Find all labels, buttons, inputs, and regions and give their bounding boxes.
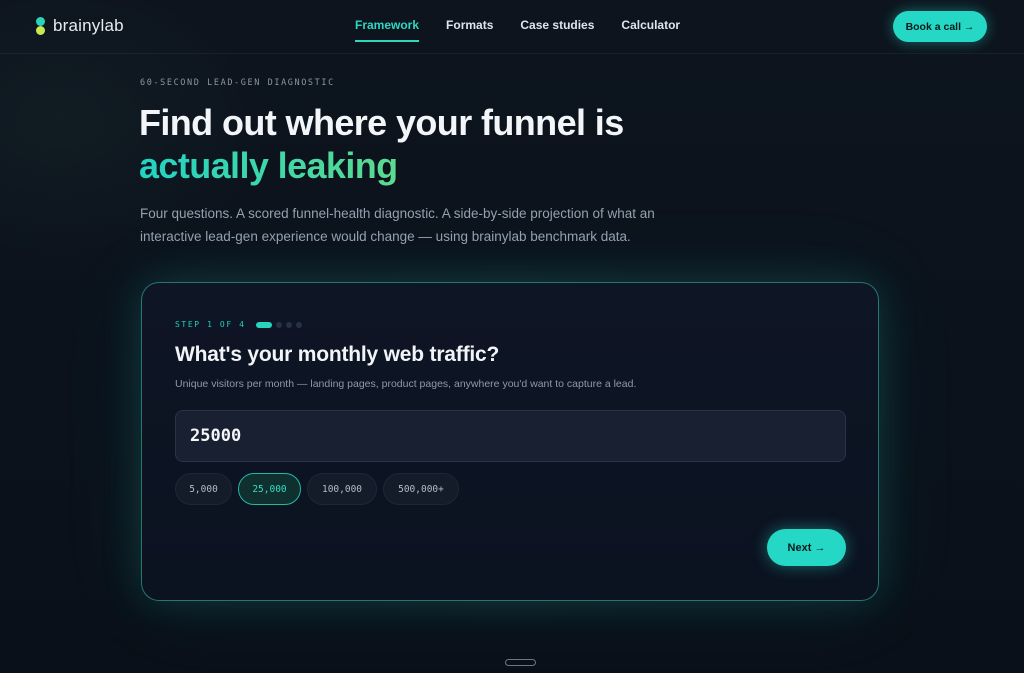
nav-framework[interactable]: Framework bbox=[355, 18, 420, 42]
hero-lede: Four questions. A scored funnel-health d… bbox=[140, 206, 655, 244]
hero-title-line1: Find out where your funnel is bbox=[139, 102, 624, 143]
step-indicator: STEP 1 OF 4 bbox=[175, 320, 306, 329]
preset-chip-500000-plus[interactable]: 500,000+ bbox=[383, 473, 459, 505]
preset-chip-100000[interactable]: 100,000 bbox=[307, 473, 377, 505]
nav-calculator[interactable]: Calculator bbox=[621, 18, 680, 42]
hero-eyebrow: 60-SECOND LEAD-GEN DIAGNOSTIC bbox=[140, 78, 335, 88]
preset-chip-5000[interactable]: 5,000 bbox=[175, 473, 232, 505]
preset-chips: 5,000 25,000 100,000 500,000+ bbox=[175, 473, 459, 505]
next-button[interactable]: Next → bbox=[767, 529, 846, 566]
hero-title: Find out where your funnel is actually l… bbox=[139, 101, 759, 187]
site-header: brainylab Framework Formats Case studies… bbox=[0, 0, 1024, 54]
step-dot-1 bbox=[255, 321, 272, 328]
preset-chip-25000[interactable]: 25,000 bbox=[238, 473, 301, 505]
brand-name: brainylab bbox=[53, 16, 124, 35]
question-title: What's your monthly web traffic? bbox=[175, 343, 500, 366]
brand-logo[interactable]: brainylab bbox=[36, 16, 124, 36]
brand-dots-icon bbox=[36, 17, 46, 35]
diagnostic-card: STEP 1 OF 4 What's your monthly web traf… bbox=[141, 282, 879, 601]
nav-case-studies[interactable]: Case studies bbox=[520, 18, 594, 42]
step-dot-4 bbox=[295, 321, 302, 328]
step-dot-2 bbox=[275, 321, 282, 328]
page: brainylab Framework Formats Case studies… bbox=[0, 0, 1024, 673]
step-label: STEP 1 OF 4 bbox=[175, 320, 246, 329]
nav-formats[interactable]: Formats bbox=[446, 18, 493, 42]
hero-title-accent: actually leaking bbox=[139, 144, 759, 187]
book-call-button[interactable]: Book a call → bbox=[893, 11, 987, 42]
main-nav: Framework Formats Case studies Calculato… bbox=[355, 18, 680, 42]
question-help: Unique visitors per month — landing page… bbox=[175, 378, 637, 390]
traffic-input[interactable] bbox=[175, 410, 846, 462]
scroll-indicator[interactable] bbox=[505, 659, 536, 666]
step-dot-3 bbox=[285, 321, 292, 328]
